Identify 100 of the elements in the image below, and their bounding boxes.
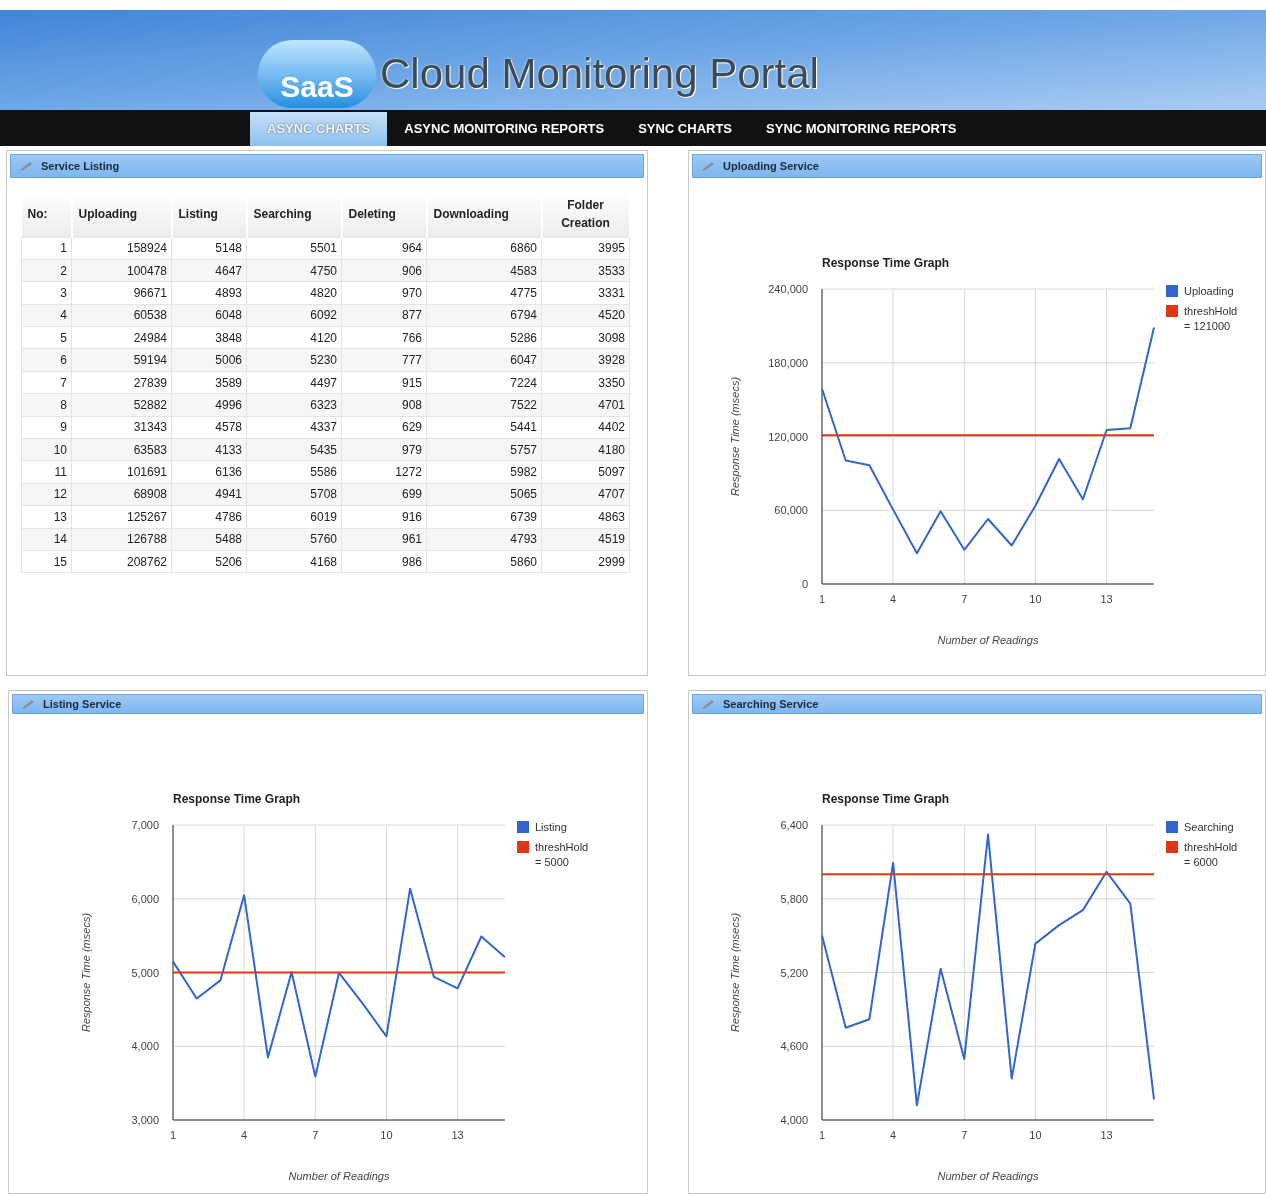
table-cell: 4750: [246, 259, 342, 282]
table-cell: 4793: [426, 528, 542, 551]
table-cell: 5757: [426, 438, 542, 461]
nav-tab[interactable]: SYNC MONITORING REPORTS: [749, 112, 974, 146]
table-cell: 964: [341, 237, 427, 260]
table-cell: 5982: [426, 460, 542, 484]
y-tick-label: 5,200: [780, 966, 808, 979]
logo-text: SaaS: [280, 72, 354, 102]
table-cell: 3350: [541, 371, 630, 394]
table-cell: 908: [341, 393, 427, 417]
x-tick-label: 4: [890, 1129, 897, 1141]
table-cell: 5501: [246, 237, 342, 260]
x-axis-label: Number of Readings: [288, 1170, 390, 1182]
table-cell: 1272: [341, 460, 427, 484]
table-cell: 4893: [171, 281, 247, 305]
y-tick-label: 4,000: [131, 1040, 159, 1053]
table-cell: 4647: [171, 259, 247, 282]
table-cell: 8: [21, 393, 72, 417]
table-cell: 3: [21, 281, 72, 305]
x-tick-label: 4: [241, 1129, 248, 1141]
x-tick-label: 10: [1029, 1129, 1042, 1141]
table-cell: 3928: [541, 348, 630, 372]
x-tick-label: 10: [1029, 593, 1042, 605]
table-cell: 4120: [246, 326, 342, 349]
table-cell: 5097: [541, 460, 630, 484]
table-cell: 101691: [71, 460, 172, 484]
table-cell: 68908: [71, 483, 172, 506]
table-cell: 5760: [246, 528, 342, 551]
y-tick-label: 3,000: [131, 1114, 159, 1126]
chart-title: Response Time Graph: [173, 792, 301, 806]
table-cell: 12: [21, 483, 72, 506]
x-tick-label: 1: [169, 1129, 177, 1141]
table-cell: 6323: [246, 393, 342, 417]
table-cell: 5441: [426, 416, 542, 439]
y-tick-label: 180,000: [768, 356, 808, 369]
table-cell: 4820: [246, 281, 342, 305]
y-tick-label: 120,000: [768, 430, 808, 443]
table-cell: 906: [341, 259, 427, 282]
table-cell: 7: [21, 371, 72, 394]
x-tick-label: 7: [312, 1129, 319, 1141]
table-cell: 915: [341, 371, 427, 394]
table-cell: 4701: [541, 393, 630, 417]
table-cell: 5230: [246, 348, 342, 372]
table-cell: 4578: [171, 416, 247, 439]
x-axis-label: Number of Readings: [937, 1170, 1039, 1182]
table-cell: 2: [21, 259, 72, 282]
table-cell: 777: [341, 348, 427, 372]
table-cell: 3533: [541, 259, 630, 282]
table-cell: 4707: [541, 483, 630, 506]
table-cell: 970: [341, 281, 427, 305]
table-cell: 9: [21, 416, 72, 439]
y-axis-label: Response Time (msecs): [729, 376, 741, 497]
y-tick-label: 7,000: [131, 819, 159, 831]
table-cell: 5286: [426, 326, 542, 349]
table-cell: 4133: [171, 438, 247, 461]
table-cell: 3098: [541, 326, 630, 349]
x-tick-label: 13: [1100, 1129, 1113, 1141]
table-cell: 100478: [71, 259, 172, 282]
x-tick-label: 7: [961, 593, 968, 605]
table-cell: 4583: [426, 259, 542, 282]
table-cell: 5065: [426, 483, 542, 506]
y-tick-label: 4,000: [780, 1114, 808, 1126]
table-cell: 4337: [246, 416, 342, 439]
table-cell: 5148: [171, 237, 247, 260]
y-tick-label: 5,800: [780, 892, 808, 905]
table-cell: 15: [21, 550, 72, 573]
table-cell: 14: [21, 528, 72, 551]
y-tick-label: 6,000: [131, 892, 159, 905]
nav-tab[interactable]: SYNC CHARTS: [621, 112, 750, 146]
chart-title: Response Time Graph: [822, 256, 950, 270]
table-cell: 4786: [171, 505, 247, 529]
pencil-icon: [21, 699, 35, 709]
table-cell: 4: [21, 304, 72, 327]
table-cell: 59194: [71, 348, 172, 372]
table-cell: 60538: [71, 304, 172, 327]
table-cell: 6739: [426, 505, 542, 529]
pencil-icon: [701, 161, 715, 171]
table-cell: 4996: [171, 393, 247, 417]
table-cell: 5860: [426, 550, 542, 573]
table-cell: 766: [341, 326, 427, 349]
table-cell: 877: [341, 304, 427, 327]
panel-title: Listing Service: [43, 696, 122, 712]
table-cell: 4941: [171, 483, 247, 506]
table-cell: 916: [341, 505, 427, 529]
y-axis-label: Response Time (msecs): [729, 912, 741, 1033]
x-tick-label: 4: [890, 593, 897, 605]
table-cell: 5206: [171, 550, 247, 573]
pencil-icon: [19, 161, 33, 171]
pencil-icon: [701, 699, 715, 709]
legend-label: threshHold = 121000: [1184, 305, 1238, 332]
nav-tab[interactable]: ASYNC MONITORING REPORTS: [387, 112, 622, 146]
y-tick-label: 4,600: [780, 1040, 808, 1053]
table-cell: 699: [341, 483, 427, 506]
legend-label: threshHold = 5000: [535, 841, 589, 868]
table-cell: 63583: [71, 438, 172, 461]
table-cell: 6136: [171, 460, 247, 484]
table-cell: 3848: [171, 326, 247, 349]
table-cell: 13: [21, 505, 72, 529]
legend-label: Uploading: [1184, 285, 1234, 297]
panel-title: Uploading Service: [723, 158, 819, 174]
